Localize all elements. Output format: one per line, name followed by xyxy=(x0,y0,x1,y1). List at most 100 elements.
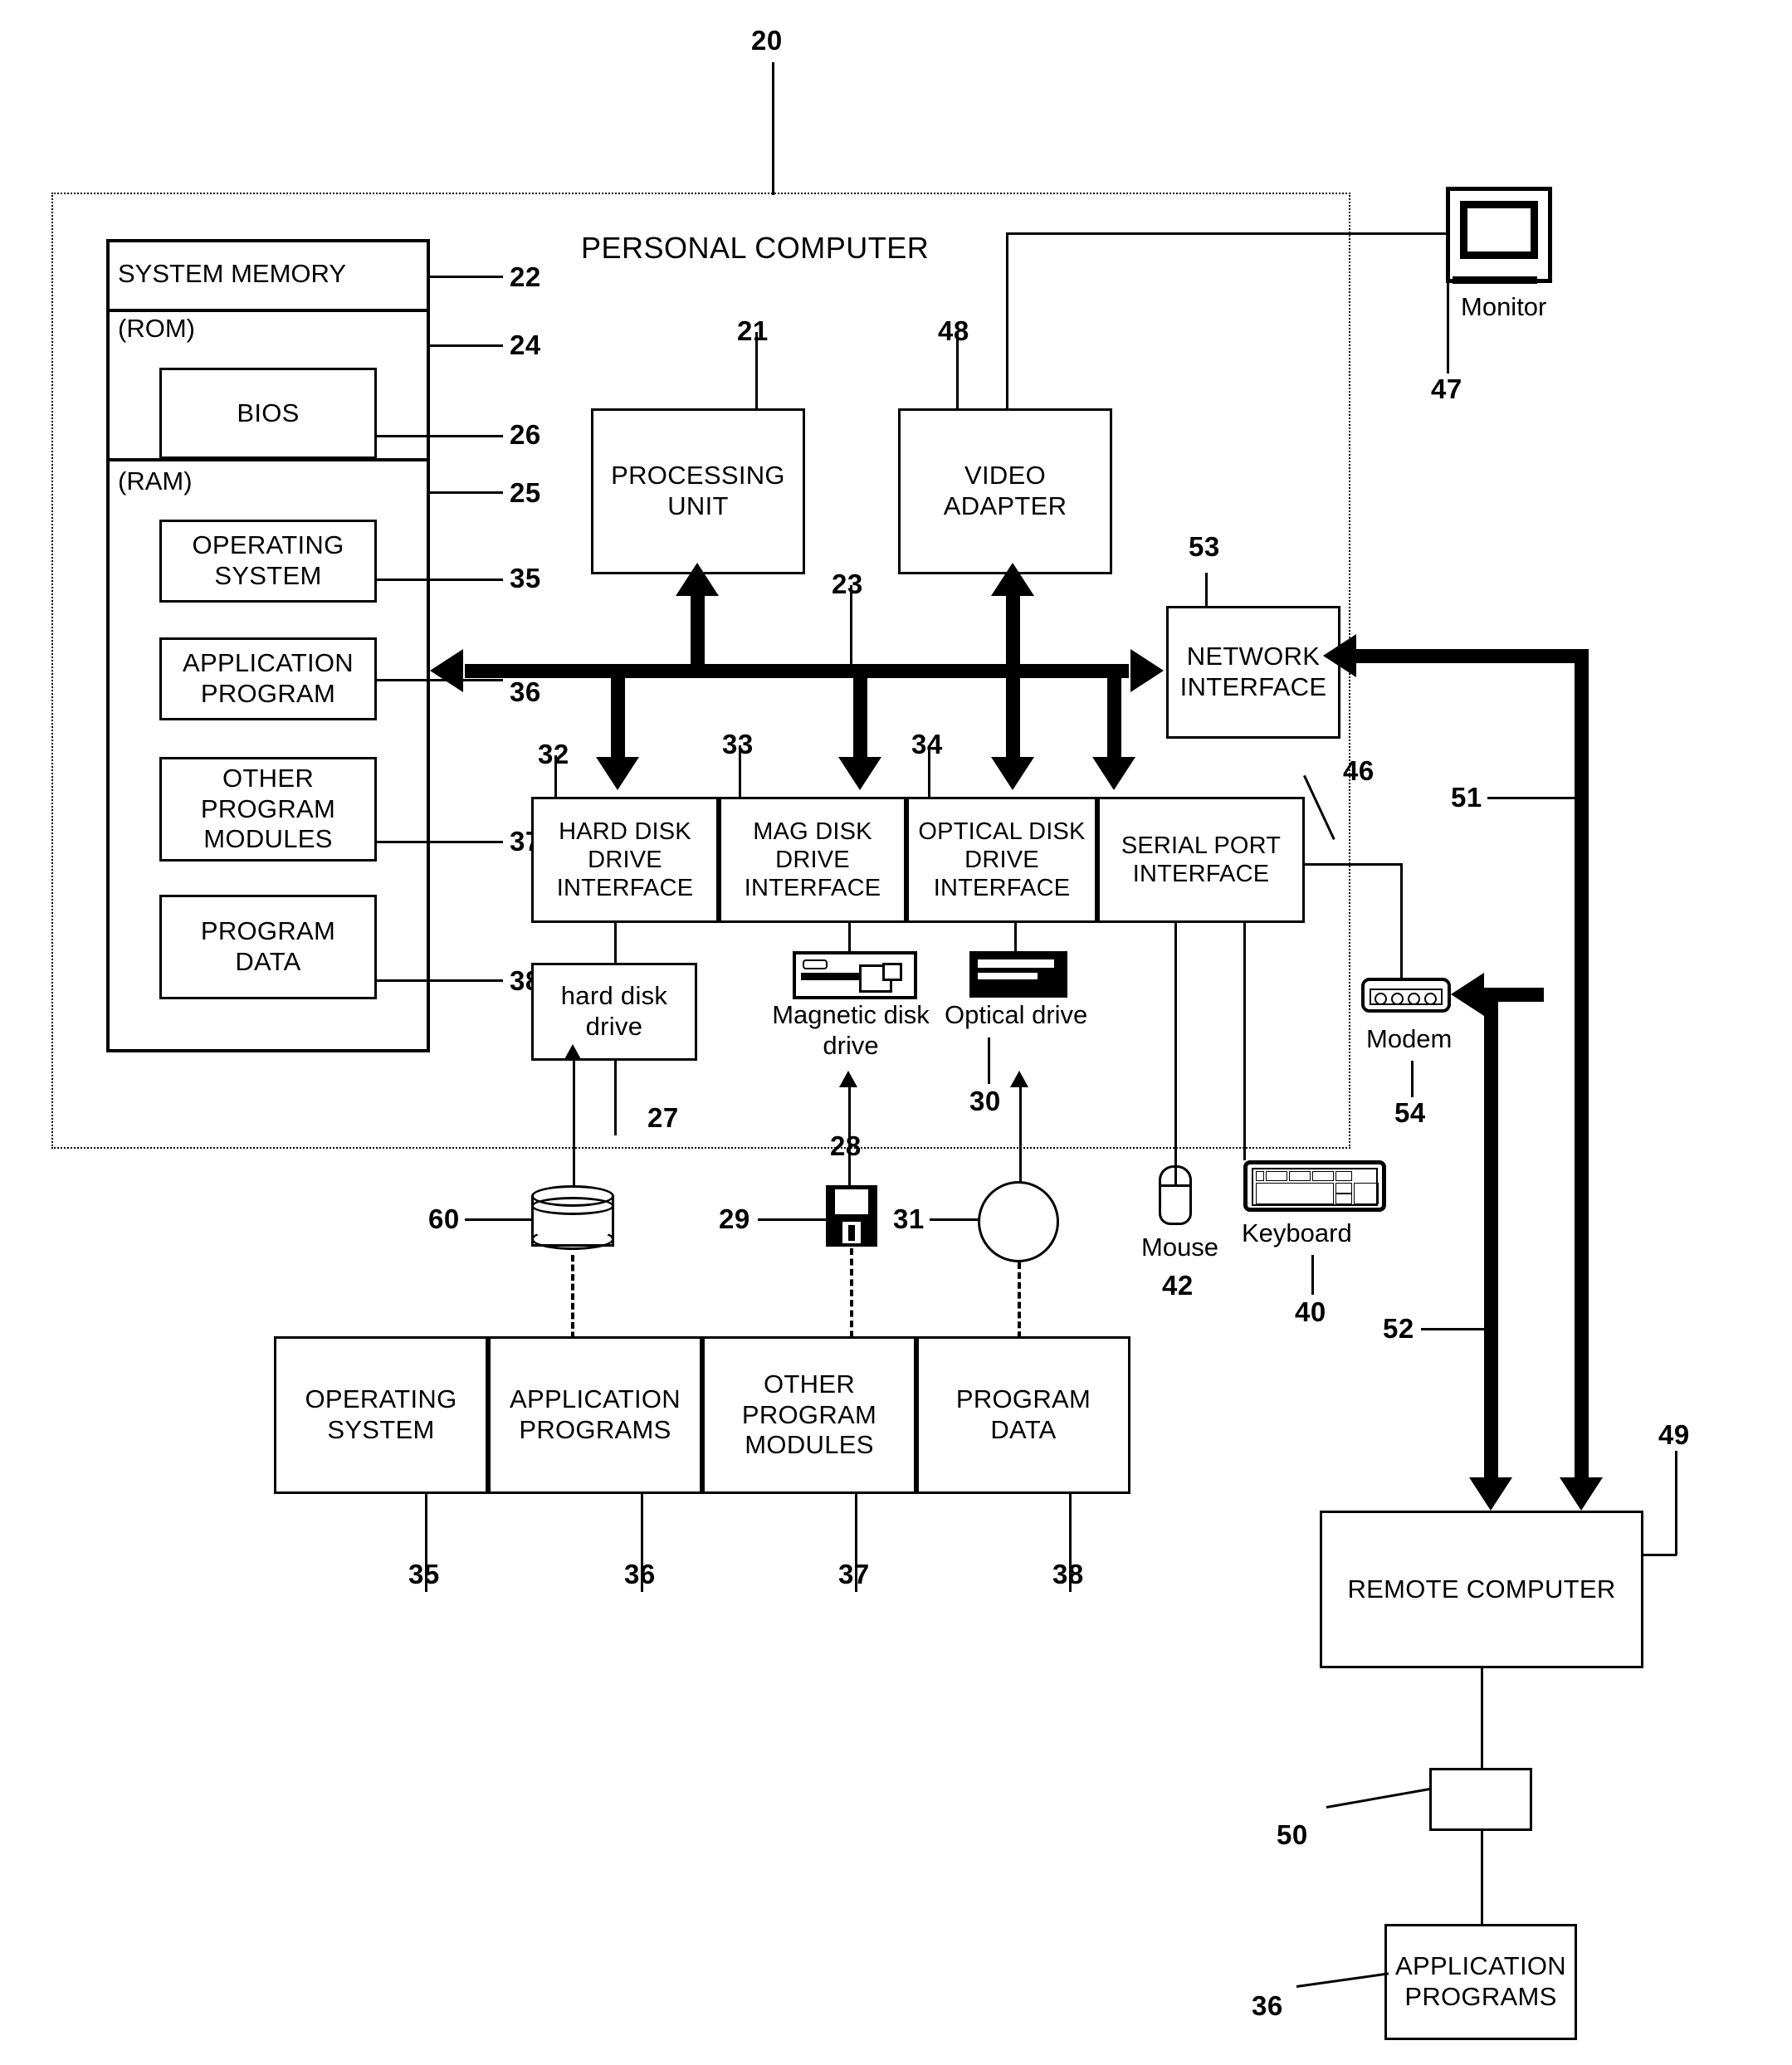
ref-35-storage: 35 xyxy=(408,1559,440,1589)
memory-module-program-data: PROGRAM DATA xyxy=(159,895,377,999)
leader-47 xyxy=(1447,282,1449,373)
leader-38-ram xyxy=(377,979,503,982)
ref-46: 46 xyxy=(1343,755,1375,786)
optical-disk-drive-interface-box: OPTICAL DISK DRIVE INTERFACE xyxy=(906,797,1097,923)
monitor-stand-icon xyxy=(1453,276,1537,284)
module-label-os: OPERATING SYSTEM xyxy=(192,530,344,590)
modem-link-arrow-to-remote xyxy=(1469,1477,1512,1511)
bus-branch-serial-interface xyxy=(1107,669,1121,760)
ref-31: 31 xyxy=(893,1203,925,1234)
remote-apps-connector xyxy=(1481,1831,1483,1924)
modem-cable-vertical xyxy=(1400,863,1403,978)
hdd-media-line xyxy=(573,1061,575,1185)
leader-40 xyxy=(1311,1255,1314,1295)
video-adapter-label: VIDEO ADAPTER xyxy=(943,461,1067,520)
mag-interface-label: MAG DISK DRIVE INTERFACE xyxy=(744,818,881,902)
leader-26 xyxy=(377,435,503,437)
mouse-icon xyxy=(1159,1165,1192,1225)
ref-32: 32 xyxy=(538,739,569,769)
modem-link-arrow-to-modem xyxy=(1451,973,1484,1016)
bus-arrow-up-video-adapter xyxy=(991,563,1034,596)
ref-37-storage: 37 xyxy=(838,1559,870,1589)
leader-27 xyxy=(614,1061,617,1135)
video-adapter-box: VIDEO ADAPTER xyxy=(898,408,1112,574)
ref-24: 24 xyxy=(510,330,541,360)
ref-34: 34 xyxy=(911,729,943,759)
bus-arrow-down-mag xyxy=(838,757,881,790)
ref-60: 60 xyxy=(428,1203,460,1234)
memory-module-operating-system: OPERATING SYSTEM xyxy=(159,520,377,603)
system-memory-header-divider xyxy=(106,309,430,312)
remote-computer-box: REMOTE COMPUTER xyxy=(1320,1511,1643,1668)
optical-drive-icon xyxy=(969,951,1067,998)
wan-link-arrow-to-remote xyxy=(1560,1477,1603,1511)
ram-label: (RAM) xyxy=(118,466,193,496)
ref-47: 47 xyxy=(1431,373,1462,404)
rom-label: (ROM) xyxy=(118,314,195,343)
wan-link-arrow-to-network xyxy=(1323,634,1356,677)
memory-module-application-program: APPLICATION PROGRAM xyxy=(159,637,377,720)
leader-31 xyxy=(930,1218,978,1221)
processing-unit-label: PROCESSING UNIT xyxy=(611,461,785,520)
hard-disk-drive-box: hard disk drive xyxy=(531,963,697,1061)
remote-memory-connector xyxy=(1481,1668,1483,1768)
ref-28: 28 xyxy=(830,1130,862,1161)
bus-branch-mag-interface xyxy=(853,669,867,760)
bus-branch-video-adapter xyxy=(1006,595,1020,674)
ref-48: 48 xyxy=(938,315,969,346)
bus-branch-optical-interface xyxy=(1006,669,1020,760)
optical-media-dashed xyxy=(1018,1262,1021,1348)
serial-interface-label: SERIAL PORT INTERFACE xyxy=(1121,832,1282,887)
floppy-disk-icon xyxy=(826,1185,877,1247)
ref-38-storage: 38 xyxy=(1052,1559,1084,1589)
keyboard-cable-vertical xyxy=(1243,923,1246,1160)
leader-49-horizontal xyxy=(1643,1554,1677,1556)
leader-53 xyxy=(1205,573,1208,606)
modem-icon xyxy=(1361,978,1451,1013)
modem-link-vertical xyxy=(1484,988,1498,1481)
bios-label: BIOS xyxy=(237,398,300,427)
remote-apps-label: APPLICATION PROGRAMS xyxy=(1395,1951,1566,2011)
monitor-cable-vertical xyxy=(1006,232,1008,408)
storage-label-os: OPERATING SYSTEM xyxy=(305,1384,457,1444)
network-interface-box: NETWORK INTERFACE xyxy=(1166,606,1340,739)
ref-29: 29 xyxy=(719,1203,750,1234)
storage-box-operating-system: OPERATING SYSTEM xyxy=(274,1336,488,1494)
bus-arrow-down-hdd xyxy=(596,757,639,790)
bus-arrow-left-to-memory xyxy=(430,649,463,692)
ref-36-storage: 36 xyxy=(624,1559,656,1589)
monitor-cable-horizontal xyxy=(1006,232,1454,235)
storage-box-application-programs: APPLICATION PROGRAMS xyxy=(488,1336,702,1494)
ref-42: 42 xyxy=(1162,1270,1194,1301)
ref-27: 27 xyxy=(647,1102,679,1133)
optical-disc-icon xyxy=(978,1181,1059,1262)
modem-label: Modem xyxy=(1366,1024,1453,1053)
mag-media-line xyxy=(848,1087,851,1185)
storage-label-data: PROGRAM DATA xyxy=(955,1384,1091,1444)
keyboard-label: Keyboard xyxy=(1242,1218,1352,1247)
disk-platter-icon xyxy=(531,1185,614,1253)
optical-media-arrow xyxy=(1010,1071,1028,1087)
leader-24 xyxy=(430,344,503,347)
hdd-connector xyxy=(614,923,617,963)
leader-54 xyxy=(1411,1061,1414,1097)
ref-40: 40 xyxy=(1295,1296,1326,1327)
hard-disk-drive-label: hard disk drive xyxy=(560,981,668,1041)
mag-media-dashed xyxy=(850,1248,853,1348)
floppy-drive-icon xyxy=(793,951,917,999)
ram-divider xyxy=(106,458,430,461)
module-label-app: APPLICATION PROGRAM xyxy=(183,648,354,708)
patent-figure-canvas: 20 PERSONAL COMPUTER SYSTEM MEMORY 22 (R… xyxy=(0,0,1792,2065)
leader-20 xyxy=(772,62,774,195)
memory-module-other-program-modules: OTHER PROGRAM MODULES xyxy=(159,757,377,862)
leader-49-vertical xyxy=(1675,1451,1677,1555)
hdd-interface-label: HARD DISK DRIVE INTERFACE xyxy=(556,818,694,902)
serial-port-interface-box: SERIAL PORT INTERFACE xyxy=(1097,797,1305,923)
bus-arrow-up-processing-unit xyxy=(676,563,719,596)
remote-application-programs-box: APPLICATION PROGRAMS xyxy=(1384,1924,1577,2040)
leader-52 xyxy=(1421,1328,1486,1330)
ref-26: 26 xyxy=(510,419,541,450)
ref-23: 23 xyxy=(832,569,863,599)
storage-label-apps: APPLICATION PROGRAMS xyxy=(510,1384,681,1444)
hdd-media-dashed xyxy=(571,1255,574,1348)
